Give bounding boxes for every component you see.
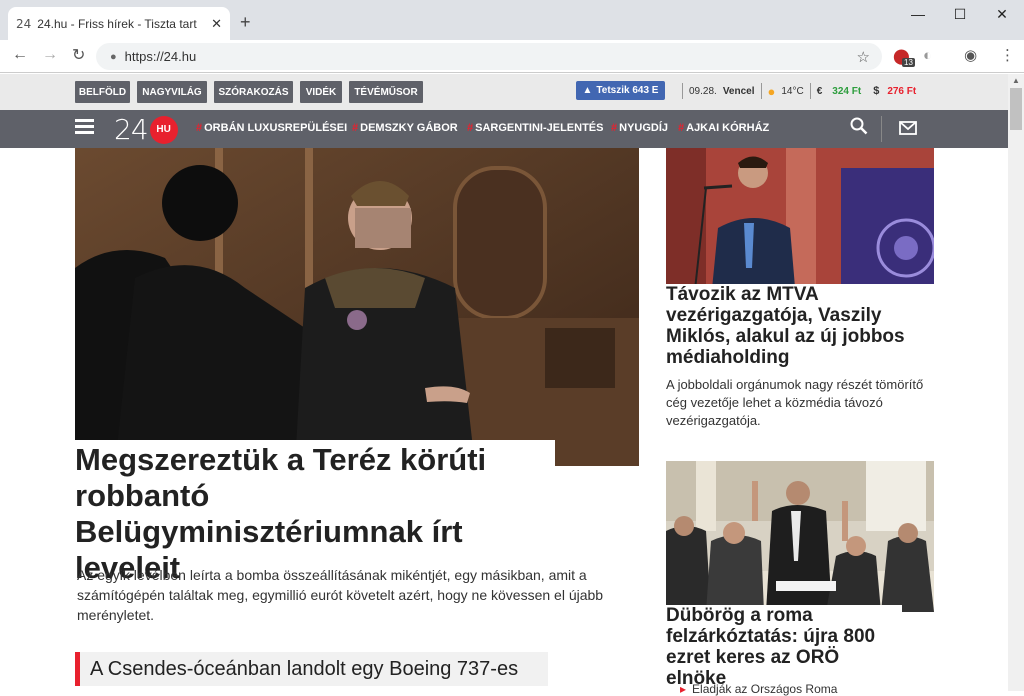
main-article-lead[interactable]: Az egyik levélben leírta a bomba összeál… bbox=[77, 565, 637, 625]
mail-icon[interactable] bbox=[899, 120, 917, 140]
nav-link-sargentini[interactable]: # SARGENTINI-JELENTÉS bbox=[467, 122, 603, 134]
euro-rate: 324 Ft bbox=[832, 85, 862, 97]
maximize-icon[interactable]: ☐ bbox=[950, 6, 970, 23]
facebook-like-button[interactable]: ▲ Tetszik 643 E bbox=[576, 81, 665, 100]
reload-icon[interactable]: ↻ bbox=[72, 45, 85, 65]
secondary-headline[interactable]: A Csendes-óceánban landolt egy Boeing 73… bbox=[75, 652, 548, 686]
minimize-icon[interactable]: — bbox=[908, 6, 928, 22]
site-favicon-icon: 24 bbox=[16, 16, 32, 31]
search-icon[interactable] bbox=[850, 117, 868, 140]
side-article-2-related-link[interactable]: ▸ Eladják az Országos Roma bbox=[680, 682, 837, 696]
address-bar[interactable]: ● https://24.hu ☆ bbox=[96, 43, 882, 70]
nav-link-demszky[interactable]: # DEMSZKY GÁBOR bbox=[352, 122, 458, 134]
nav-link-ajkai[interactable]: # AJKAI KÓRHÁZ bbox=[678, 122, 769, 134]
nav-link-nyugdij[interactable]: # NYUGDÍJ bbox=[611, 122, 668, 134]
date: 09.28. bbox=[689, 85, 717, 97]
menu-kebab-icon[interactable]: ⋮ bbox=[1000, 46, 1015, 64]
dollar-icon: $ bbox=[873, 85, 880, 97]
category-belfold[interactable]: BELFÖLD bbox=[75, 81, 130, 103]
hamburger-menu-icon[interactable] bbox=[75, 119, 94, 135]
side-article-1-lead[interactable]: A jobboldali orgánumok nagy részét tömör… bbox=[666, 376, 926, 430]
euro-icon: € bbox=[816, 85, 823, 97]
nav-link-orban[interactable]: # ORBÁN LUXUSREPÜLÉSEI bbox=[196, 122, 347, 134]
nameday: Vencel bbox=[722, 85, 755, 97]
category-tevemusor[interactable]: TÉVÉMŰSOR bbox=[349, 81, 423, 103]
scrollbar-thumb[interactable] bbox=[1010, 88, 1022, 130]
side-article-1-title[interactable]: Távozik az MTVA vezérigazgatója, Vaszily… bbox=[666, 284, 936, 368]
back-arrow-icon[interactable]: ← bbox=[12, 46, 28, 64]
tab-title: 24.hu - Friss hírek - Tiszta tartalo bbox=[37, 16, 198, 31]
extension-icon[interactable]: ◐ bbox=[923, 47, 932, 64]
forward-arrow-icon[interactable]: → bbox=[42, 46, 58, 64]
url-text: https://24.hu bbox=[124, 49, 197, 64]
site-logo[interactable]: 24 HU bbox=[114, 113, 178, 146]
side-article-2-image[interactable] bbox=[666, 461, 934, 612]
new-tab-button[interactable]: + bbox=[240, 12, 251, 33]
side-article-2-title[interactable]: Dübörög a roma felzárkóztatás: újra 800 … bbox=[666, 605, 902, 689]
main-article-image[interactable] bbox=[75, 148, 639, 466]
side-article-1-image[interactable] bbox=[666, 148, 934, 299]
category-szorakozas[interactable]: SZÓRAKOZÁS bbox=[214, 81, 293, 103]
sun-icon: ● bbox=[767, 83, 776, 99]
category-videk[interactable]: VIDÉK bbox=[300, 81, 342, 103]
bookmark-star-icon[interactable]: ☆ bbox=[857, 48, 870, 66]
lock-icon: ● bbox=[110, 50, 117, 63]
dollar-rate: 276 Ft bbox=[887, 85, 917, 97]
temperature: 14°C bbox=[781, 85, 804, 97]
tab-close-icon[interactable]: ✕ bbox=[211, 16, 222, 32]
nav-divider bbox=[881, 116, 882, 142]
thumbs-up-icon: ▲ bbox=[582, 85, 593, 96]
window-close-icon[interactable]: ✕ bbox=[992, 6, 1012, 23]
profile-icon[interactable]: ◉ bbox=[964, 46, 977, 64]
category-nagyvilag[interactable]: NAGYVILÁG bbox=[137, 81, 207, 103]
scrollbar[interactable] bbox=[1008, 74, 1024, 691]
extension-badge: 13 bbox=[902, 58, 915, 67]
browser-tab[interactable]: 24 24.hu - Friss hírek - Tiszta tartalo … bbox=[8, 7, 230, 40]
scroll-up-icon[interactable]: ▲ bbox=[1012, 76, 1020, 85]
info-bar: 09.28. Vencel ● 14°C € 324 Ft $ 276 Ft bbox=[682, 82, 916, 100]
